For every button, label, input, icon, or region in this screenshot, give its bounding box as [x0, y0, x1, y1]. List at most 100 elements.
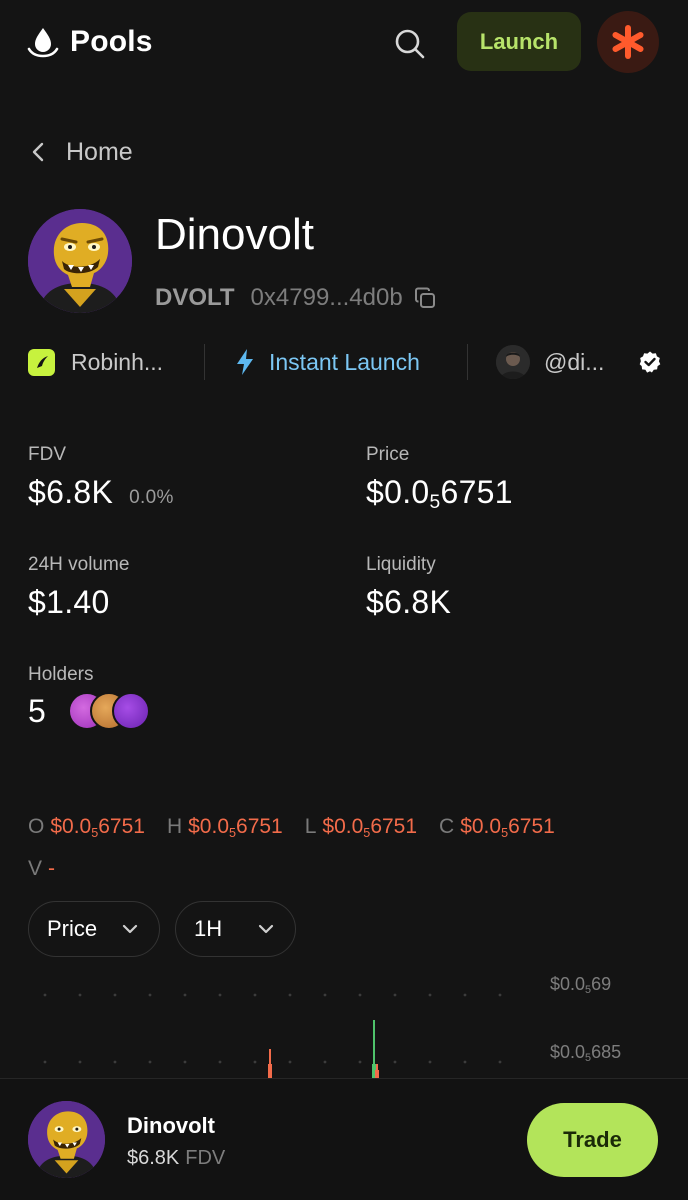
holders-stat[interactable]: Holders 5 — [28, 664, 158, 730]
asterisk-avatar-icon — [612, 25, 644, 59]
grid-dot — [78, 1060, 82, 1064]
tag-divider — [467, 344, 468, 380]
grid-dot — [288, 1060, 292, 1064]
grid-dot — [393, 1060, 397, 1064]
grid-dot — [183, 993, 187, 997]
token-avatar — [28, 209, 132, 313]
grid-dot — [253, 1060, 257, 1064]
token-meta-row: DVOLT 0x4799...4d0b — [155, 284, 437, 312]
metric-selector[interactable]: Price — [28, 901, 160, 957]
verified-badge-icon — [639, 351, 661, 373]
grid-dot — [113, 993, 117, 997]
profile-avatar-button[interactable] — [597, 11, 659, 73]
pools-logo[interactable]: Pools — [26, 22, 153, 62]
fdv-value: $6.8K — [28, 474, 114, 510]
fdv-change: 0.0% — [129, 487, 174, 508]
bottom-trade-bar: Dinovolt $6.8K FDV Trade — [0, 1078, 688, 1200]
ohlc-high-key: H — [166, 815, 183, 838]
grid-dot — [358, 1060, 362, 1064]
interval-selector-value: 1H — [194, 916, 223, 941]
liquidity-stat: Liquidity $6.8K — [366, 554, 451, 621]
interval-selector[interactable]: 1H — [175, 901, 296, 957]
grid-dot — [218, 1060, 222, 1064]
ohlc-high-prefix: $0.0 — [188, 815, 229, 838]
price-prefix: $0.0 — [366, 474, 430, 510]
trade-button[interactable]: Trade — [527, 1103, 658, 1177]
ohlc-low: L $0.056751 — [304, 815, 418, 840]
y-tick-digits: 685 — [591, 1042, 622, 1062]
grid-dot — [183, 1060, 187, 1064]
chevron-left-icon — [32, 142, 44, 162]
grid-dot — [323, 1060, 327, 1064]
fdv-value-row: $6.8K 0.0% — [28, 474, 174, 511]
liquidity-label: Liquidity — [366, 554, 436, 575]
holder-avatar — [111, 692, 150, 730]
grid-dot — [43, 1060, 47, 1064]
y-tick-sub: 5 — [585, 984, 592, 997]
grid-dot — [428, 1060, 432, 1064]
ohlc-low-sub: 5 — [363, 825, 371, 840]
bottom-token-avatar — [28, 1101, 105, 1178]
ohlc-open: O $0.056751 — [28, 815, 145, 840]
grid-dot — [358, 993, 362, 997]
breadcrumb[interactable]: Home — [30, 132, 133, 172]
bottom-fdv-unit: FDV — [185, 1147, 226, 1169]
holder-avatars — [67, 692, 158, 730]
y-tick-prefix: $0.0 — [550, 974, 586, 994]
holders-count: 5 — [28, 692, 46, 729]
dino-avatar-icon — [28, 209, 132, 313]
ohlc-low-key: L — [304, 815, 317, 838]
copy-icon[interactable] — [413, 286, 437, 310]
ohlc-volume: V- — [28, 857, 55, 881]
search-button[interactable] — [388, 22, 432, 66]
ohlc-summary: O $0.056751 H $0.056751 L $0.056751 C $0.056… — [28, 812, 668, 884]
candle-body — [268, 1064, 272, 1078]
grid-dot — [288, 993, 292, 997]
top-header: Pools Launch — [0, 0, 688, 84]
y-axis-tick: $0.05685 — [550, 1042, 622, 1064]
price-chart[interactable]: $0.0569 $0.05685 — [0, 960, 688, 1084]
ohlc-high-sub: 5 — [229, 825, 237, 840]
price-stat: Price $0.056751 — [366, 444, 513, 513]
y-tick-prefix: $0.0 — [550, 1042, 586, 1062]
lightning-icon — [237, 349, 253, 375]
creator-avatar — [496, 345, 530, 379]
chevron-down-icon — [258, 924, 274, 934]
price-digits: 6751 — [440, 474, 513, 510]
ohlc-volume-key: V — [28, 857, 43, 880]
launch-type-label: Instant Launch — [269, 348, 420, 375]
grid-dot — [463, 1060, 467, 1064]
creator-tag[interactable]: @di... — [496, 340, 662, 384]
grid-dot — [498, 993, 502, 997]
fdv-stat: FDV $6.8K 0.0% — [28, 444, 174, 511]
y-tick-digits: 69 — [591, 974, 612, 994]
robinhood-icon — [28, 348, 55, 376]
ohlc-volume-row: V- — [28, 854, 668, 884]
platform-tag[interactable]: Robinh... — [28, 340, 204, 384]
grid-dot — [498, 1060, 502, 1064]
token-address[interactable]: 0x4799...4d0b — [251, 284, 403, 312]
price-label: Price — [366, 444, 410, 465]
platform-label: Robinh... — [71, 348, 164, 375]
launch-type-tag[interactable]: Instant Launch — [235, 340, 467, 384]
bottom-fdv-value: $6.8K — [127, 1147, 180, 1169]
chevron-down-icon — [122, 924, 138, 934]
ohlc-close-digits: 6751 — [508, 815, 555, 838]
grid-dot — [218, 993, 222, 997]
dino-avatar-icon — [28, 1101, 105, 1178]
pools-logo-icon — [27, 28, 59, 58]
volume-value: $1.40 — [28, 584, 110, 620]
ohlc-low-digits: 6751 — [370, 815, 418, 838]
grid-dot — [253, 993, 257, 997]
ohlc-close-key: C — [439, 815, 455, 838]
volume-label: 24H volume — [28, 554, 130, 575]
token-symbol: DVOLT — [155, 284, 235, 311]
ohlc-open-digits: 6751 — [98, 815, 145, 838]
holders-row: 5 — [28, 692, 158, 730]
grid-dot — [463, 993, 467, 997]
creator-handle: @di... — [544, 348, 605, 375]
ohlc-close-prefix: $0.0 — [460, 815, 502, 838]
grid-dot — [393, 993, 397, 997]
breadcrumb-home[interactable]: Home — [66, 138, 133, 167]
launch-button[interactable]: Launch — [457, 12, 581, 71]
